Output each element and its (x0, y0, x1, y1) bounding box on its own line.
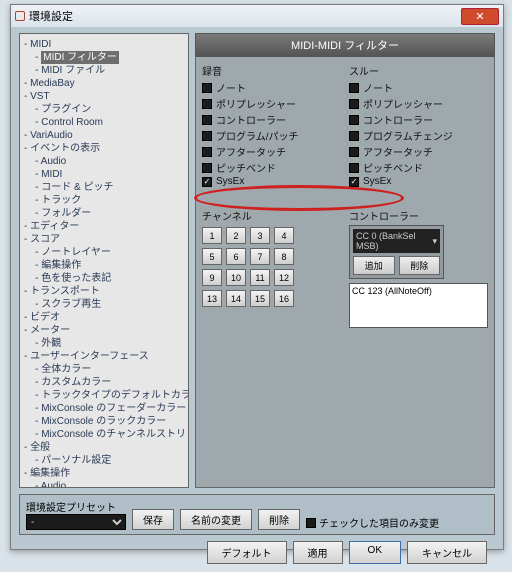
tree-item[interactable]: - VariAudio (24, 129, 188, 142)
channel-button[interactable]: 11 (250, 269, 270, 286)
default-button[interactable]: デフォルト (207, 541, 287, 564)
tree-item[interactable]: - プラグイン (24, 103, 188, 116)
channel-label: チャンネル (202, 208, 341, 223)
thru-checkbox[interactable]: ポリプレッシャー (349, 96, 488, 111)
thru-label: スルー (349, 63, 488, 78)
channel-button[interactable]: 5 (202, 248, 222, 265)
channel-button[interactable]: 2 (226, 227, 246, 244)
titlebar[interactable]: 環境設定 ✕ (11, 5, 503, 27)
ok-button[interactable]: OK (349, 541, 401, 564)
thru-checkbox[interactable]: アフタータッチ (349, 144, 488, 159)
close-icon[interactable]: ✕ (461, 8, 499, 25)
channel-button[interactable]: 16 (274, 290, 294, 307)
panel-title: MIDI-MIDI フィルター (195, 33, 495, 57)
channel-button[interactable]: 13 (202, 290, 222, 307)
channel-button[interactable]: 15 (250, 290, 270, 307)
tree-item[interactable]: - MIDI (24, 38, 188, 51)
thru-checkbox[interactable]: ノート (349, 80, 488, 95)
tree-item[interactable]: - 全体カラー (24, 363, 188, 376)
record-label: 録音 (202, 63, 341, 78)
channel-button[interactable]: 1 (202, 227, 222, 244)
channel-button[interactable]: 7 (250, 248, 270, 265)
controller-list-item[interactable]: CC 123 (AllNoteOff) (352, 286, 485, 296)
tree-item[interactable]: - トラック (24, 194, 188, 207)
preset-row: 環境設定プリセット - 保存 名前の変更 削除 チェックした項目のみ変更 (19, 494, 495, 535)
tree-item[interactable]: - MIDI フィルター (24, 51, 188, 64)
tree-item[interactable]: - メーター (24, 324, 188, 337)
apply-button[interactable]: 適用 (293, 541, 343, 564)
channel-button[interactable]: 4 (274, 227, 294, 244)
window-title: 環境設定 (29, 8, 73, 24)
channel-button[interactable]: 14 (226, 290, 246, 307)
record-checkbox[interactable]: SysEx (202, 176, 341, 187)
tree-item[interactable]: - トランスポート (24, 285, 188, 298)
tree-item[interactable]: - スコア (24, 233, 188, 246)
tree-item[interactable]: - VST (24, 90, 188, 103)
controller-dropdown-value: CC 0 (BankSel MSB) (356, 231, 432, 251)
thru-checkbox[interactable]: SysEx (349, 176, 488, 187)
cancel-button[interactable]: キャンセル (407, 541, 487, 564)
preset-dropdown[interactable]: - (26, 514, 126, 530)
preset-delete-button[interactable]: 削除 (258, 509, 300, 530)
tree-item[interactable]: - パーソナル設定 (24, 454, 188, 467)
channel-button[interactable]: 3 (250, 227, 270, 244)
preset-label: 環境設定プリセット (26, 499, 126, 514)
record-checkbox[interactable]: ノート (202, 80, 341, 95)
tree-item[interactable]: - 編集操作 (24, 467, 188, 480)
controller-add-button[interactable]: 追加 (353, 256, 395, 275)
thru-checkbox[interactable]: プログラムチェンジ (349, 128, 488, 143)
record-checkbox[interactable]: コントローラー (202, 112, 341, 127)
tree-item[interactable]: - Audio (24, 480, 188, 488)
controller-label: コントローラー (349, 208, 488, 223)
tree-item[interactable]: - イベントの表示 (24, 142, 188, 155)
category-tree[interactable]: - MIDI - MIDI フィルター - MIDI ファイル- MediaBa… (19, 33, 189, 488)
tree-item[interactable]: - ノートレイヤー (24, 246, 188, 259)
preferences-window: 環境設定 ✕ - MIDI - MIDI フィルター - MIDI ファイル- … (10, 4, 504, 550)
tree-item[interactable]: - MIDI ファイル (24, 64, 188, 77)
chevron-down-icon: ▾ (432, 236, 437, 247)
tree-item[interactable]: - MixConsole のチャンネルストリップカラー (24, 428, 188, 441)
tree-item[interactable]: - MediaBay (24, 77, 188, 90)
tree-item[interactable]: - ビデオ (24, 311, 188, 324)
tree-item[interactable]: - ユーザーインターフェース (24, 350, 188, 363)
tree-item[interactable]: - 色を使った表記 (24, 272, 188, 285)
preset-rename-button[interactable]: 名前の変更 (180, 509, 252, 530)
tree-item[interactable]: - フォルダー (24, 207, 188, 220)
tree-item[interactable]: - カスタムカラー (24, 376, 188, 389)
tree-item[interactable]: - MixConsole のフェーダーカラー (24, 402, 188, 415)
controller-remove-button[interactable]: 削除 (399, 256, 441, 275)
tree-item[interactable]: - 外観 (24, 337, 188, 350)
tree-item[interactable]: - Control Room (24, 116, 188, 129)
tree-item[interactable]: - MIDI (24, 168, 188, 181)
tree-item[interactable]: - Audio (24, 155, 188, 168)
app-icon (15, 11, 25, 21)
thru-checkbox[interactable]: コントローラー (349, 112, 488, 127)
tree-item[interactable]: - 編集操作 (24, 259, 188, 272)
controller-list[interactable]: CC 123 (AllNoteOff) (349, 283, 488, 328)
tree-item[interactable]: - コード & ピッチ (24, 181, 188, 194)
tree-item[interactable]: - スクラブ再生 (24, 298, 188, 311)
channel-button[interactable]: 10 (226, 269, 246, 286)
tree-item[interactable]: - エディター (24, 220, 188, 233)
record-checkbox[interactable]: ポリプレッシャー (202, 96, 341, 111)
record-checkbox[interactable]: プログラム/パッチ (202, 128, 341, 143)
channel-button[interactable]: 6 (226, 248, 246, 265)
record-checkbox[interactable]: アフタータッチ (202, 144, 341, 159)
channel-button[interactable]: 8 (274, 248, 294, 265)
channel-button[interactable]: 12 (274, 269, 294, 286)
preset-save-button[interactable]: 保存 (132, 509, 174, 530)
channel-button[interactable]: 9 (202, 269, 222, 286)
record-checkbox[interactable]: ピッチベンド (202, 160, 341, 175)
tree-item[interactable]: - 全般 (24, 441, 188, 454)
only-checked-checkbox[interactable]: チェックした項目のみ変更 (306, 515, 439, 530)
controller-dropdown[interactable]: CC 0 (BankSel MSB) ▾ (353, 229, 440, 253)
only-checked-label: チェックした項目のみ変更 (319, 515, 439, 530)
tree-item[interactable]: - トラックタイプのデフォルトカラー (24, 389, 188, 402)
thru-checkbox[interactable]: ピッチベンド (349, 160, 488, 175)
tree-item[interactable]: - MixConsole のラックカラー (24, 415, 188, 428)
